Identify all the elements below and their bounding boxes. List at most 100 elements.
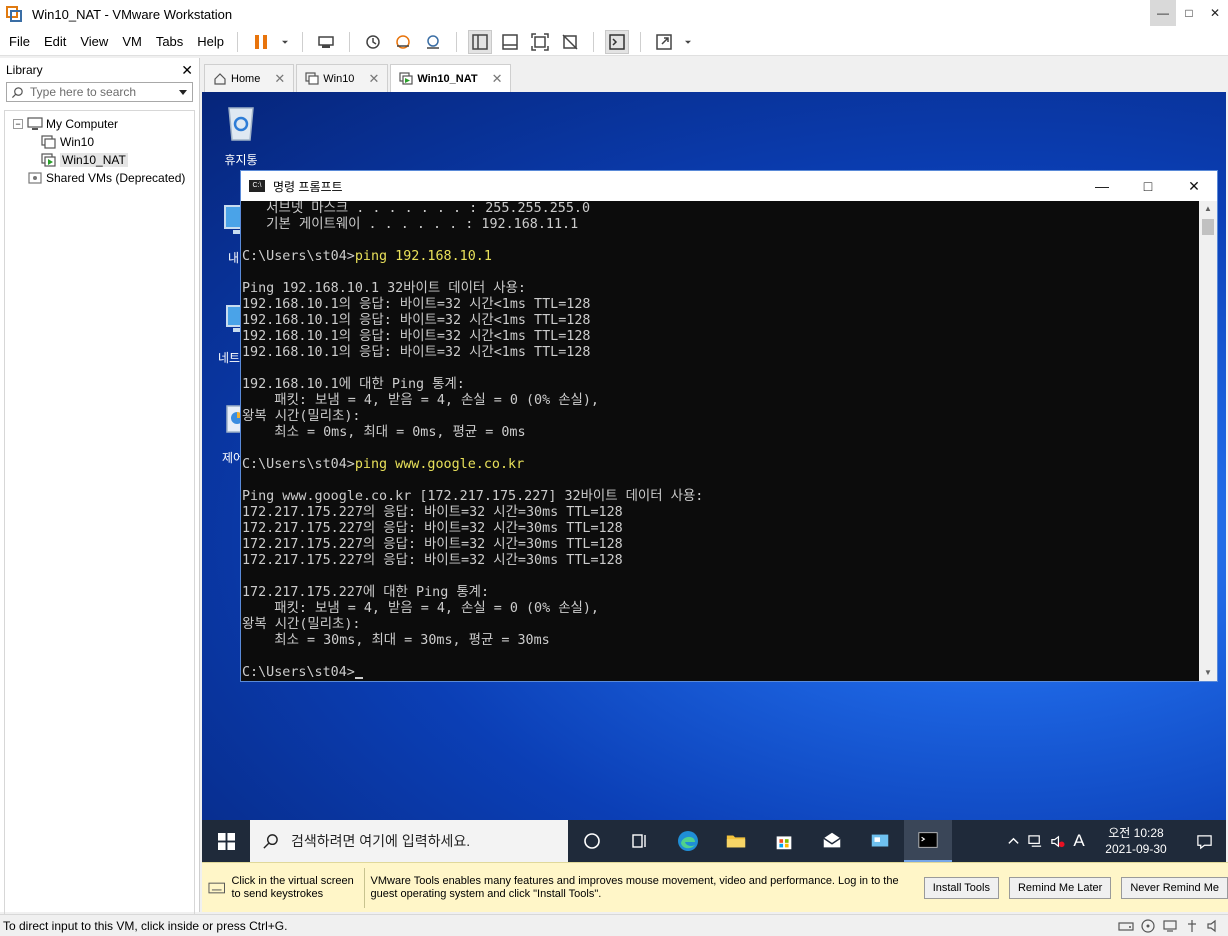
scroll-up-icon[interactable]: ▲ bbox=[1199, 201, 1217, 217]
command-prompt-title: 명령 프롬프트 bbox=[273, 179, 343, 194]
chevron-down-icon[interactable] bbox=[178, 87, 188, 97]
stretch-dropdown-button[interactable] bbox=[682, 30, 694, 54]
cmd-maximize-button[interactable]: □ bbox=[1125, 171, 1171, 201]
scroll-down-icon[interactable]: ▼ bbox=[1199, 665, 1217, 681]
show-library-button[interactable] bbox=[468, 29, 493, 54]
console-prompt: C:\Users\st04> bbox=[242, 457, 355, 472]
never-remind-me-button[interactable]: Never Remind Me bbox=[1121, 876, 1228, 899]
console-view-button[interactable] bbox=[605, 29, 630, 54]
desktop-icon-recycle-bin[interactable]: 휴지통 bbox=[206, 100, 276, 168]
command-prompt-window[interactable]: C:\ 명령 프롬프트 — □ ✕ 서브넷 마스크 . . . . . . . … bbox=[240, 170, 1218, 682]
snapshot-manager-button[interactable] bbox=[421, 30, 445, 54]
install-tools-button[interactable]: Install Tools bbox=[923, 876, 999, 899]
taskbar-command-prompt[interactable] bbox=[904, 820, 952, 862]
send-ctrl-alt-del-button[interactable] bbox=[314, 30, 338, 54]
taskbar-clock[interactable]: 오전 10:28 2021-09-30 bbox=[1096, 825, 1176, 857]
pause-icon bbox=[255, 34, 268, 49]
vm-screen[interactable]: 휴지통 내 네트 제어 C:\ 명령 프롬프트 — □ ✕ 서브넷 마스크 . … bbox=[202, 92, 1226, 862]
tree-item-win10[interactable]: Win10 bbox=[5, 133, 194, 151]
stretch-guest-button[interactable] bbox=[652, 30, 676, 54]
console-line: 최소 = 0ms, 최대 = 0ms, 평균 = 0ms bbox=[242, 425, 526, 440]
taskbar-file-explorer[interactable] bbox=[712, 820, 760, 862]
task-view-button[interactable] bbox=[616, 820, 664, 862]
network-adapter-icon[interactable] bbox=[1162, 919, 1178, 933]
tree-item-my-computer[interactable]: − My Computer bbox=[5, 115, 194, 133]
tab-close-icon[interactable]: ✕ bbox=[492, 71, 503, 87]
full-screen-button[interactable] bbox=[528, 30, 552, 54]
show-hidden-icons-button[interactable] bbox=[1002, 820, 1024, 862]
menu-view[interactable]: View bbox=[75, 34, 113, 49]
scrollbar-thumb[interactable] bbox=[1202, 219, 1214, 235]
action-center-button[interactable] bbox=[1182, 820, 1226, 862]
desktop-icon-label: 휴지통 bbox=[224, 153, 258, 167]
tree-item-label: My Computer bbox=[46, 117, 119, 131]
library-panel: Library ✕ Type here to search − My Compu… bbox=[0, 58, 200, 922]
cmd-close-button[interactable]: ✕ bbox=[1171, 171, 1217, 201]
taskbar-network-app[interactable] bbox=[856, 820, 904, 862]
tab-label: Win10 bbox=[323, 72, 355, 85]
text-cursor bbox=[354, 677, 363, 679]
vm-running-icon bbox=[399, 71, 413, 85]
snapshot-button[interactable] bbox=[361, 30, 385, 54]
library-search-input[interactable]: Type here to search bbox=[6, 82, 193, 102]
taskbar-mail[interactable] bbox=[808, 820, 856, 862]
taskbar-edge[interactable] bbox=[664, 820, 712, 862]
menu-help[interactable]: Help bbox=[192, 34, 229, 49]
console-line: 192.168.10.1의 응답: 바이트=32 시간<1ms TTL=128 bbox=[242, 313, 591, 328]
console-line: 192.168.10.1의 응답: 바이트=32 시간<1ms TTL=128 bbox=[242, 329, 591, 344]
console-line: 192.168.10.1의 응답: 바이트=32 시간<1ms TTL=128 bbox=[242, 345, 591, 360]
taskbar-store[interactable] bbox=[760, 820, 808, 862]
console-prompt-line: C:\Users\st04>ping 192.168.10.1 bbox=[242, 249, 1201, 265]
remind-me-later-button[interactable]: Remind Me Later bbox=[1008, 876, 1112, 899]
tree-item-shared-vms[interactable]: Shared VMs (Deprecated) bbox=[5, 169, 194, 187]
input-method-indicator[interactable]: A bbox=[1068, 820, 1090, 862]
revert-snapshot-button[interactable] bbox=[391, 30, 415, 54]
tab-home[interactable]: Home ✕ bbox=[204, 64, 295, 92]
chevron-down-icon bbox=[282, 40, 289, 44]
pause-button[interactable] bbox=[249, 30, 273, 54]
menu-file[interactable]: File bbox=[4, 34, 35, 49]
taskbar-search-input[interactable]: 검색하려면 여기에 입력하세요. bbox=[250, 820, 568, 862]
console-line: 172.217.175.227의 응답: 바이트=32 시간=30ms TTL=… bbox=[242, 505, 623, 520]
cmd-scrollbar[interactable]: ▲ ▼ bbox=[1199, 201, 1217, 681]
network-tray-button[interactable] bbox=[1024, 820, 1046, 862]
start-button[interactable] bbox=[202, 820, 250, 862]
console-line: Ping 192.168.10.1 32바이트 데이터 사용: bbox=[242, 281, 526, 296]
title-bar: Win10_NAT - VMware Workstation — □ ✕ bbox=[0, 0, 1228, 28]
console-prompt: C:\Users\st04> bbox=[242, 249, 355, 264]
menu-edit[interactable]: Edit bbox=[39, 34, 71, 49]
cmd-minimize-button[interactable]: — bbox=[1079, 171, 1125, 201]
library-close-icon[interactable]: ✕ bbox=[181, 62, 193, 79]
minimize-button[interactable]: — bbox=[1150, 0, 1176, 26]
usb-icon[interactable] bbox=[1184, 919, 1200, 933]
maximize-button[interactable]: □ bbox=[1176, 0, 1202, 26]
command-prompt-titlebar[interactable]: C:\ 명령 프롬프트 — □ ✕ bbox=[241, 171, 1217, 201]
tab-win10[interactable]: Win10 ✕ bbox=[296, 64, 389, 92]
menu-vm[interactable]: VM bbox=[117, 34, 147, 49]
console-prompt-line[interactable]: C:\Users\st04> bbox=[242, 665, 1201, 681]
collapse-icon[interactable]: − bbox=[13, 119, 23, 129]
close-button[interactable]: ✕ bbox=[1202, 0, 1228, 26]
power-dropdown-button[interactable] bbox=[279, 30, 291, 54]
tab-win10-nat[interactable]: Win10_NAT ✕ bbox=[390, 64, 512, 92]
keyboard-icon bbox=[208, 882, 225, 893]
unity-button[interactable] bbox=[558, 30, 582, 54]
search-icon bbox=[11, 86, 23, 98]
shared-vms-icon bbox=[28, 172, 42, 184]
thumbnail-bar-button[interactable] bbox=[498, 30, 522, 54]
tab-close-icon[interactable]: ✕ bbox=[368, 71, 379, 87]
menu-tabs[interactable]: Tabs bbox=[151, 34, 188, 49]
tree-item-win10-nat[interactable]: Win10_NAT bbox=[5, 151, 194, 169]
toolbar-separator bbox=[456, 31, 458, 52]
hard-disk-icon[interactable] bbox=[1118, 919, 1134, 933]
cd-dvd-icon[interactable] bbox=[1140, 918, 1156, 933]
cortana-button[interactable] bbox=[568, 820, 616, 862]
sound-card-icon[interactable] bbox=[1206, 919, 1222, 933]
tab-close-icon[interactable]: ✕ bbox=[274, 71, 285, 87]
command-prompt-output[interactable]: 서브넷 마스크 . . . . . . . : 255.255.255.0 기본… bbox=[241, 201, 1201, 681]
volume-tray-button[interactable] bbox=[1046, 820, 1068, 862]
